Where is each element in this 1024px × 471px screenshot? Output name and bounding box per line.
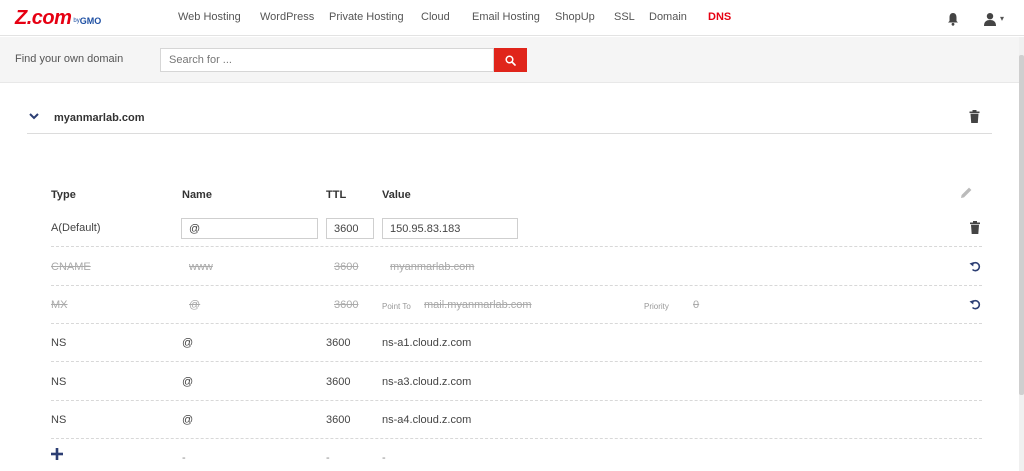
record-ttl: 3600	[326, 414, 351, 426]
record-name: @	[182, 414, 194, 426]
record-ttl: 3600	[334, 261, 359, 273]
record-value: ns-a4.cloud.z.com	[382, 414, 472, 426]
record-value: myanmarlab.com	[390, 261, 475, 273]
record-type: NS	[51, 376, 67, 388]
record-name: @	[182, 376, 194, 388]
nav-shopup[interactable]: ShopUp	[555, 11, 595, 23]
record-ttl: 3600	[326, 337, 351, 349]
trash-icon[interactable]	[969, 110, 980, 123]
trash-icon[interactable]	[969, 221, 981, 234]
page-scrollbar[interactable]	[1019, 37, 1024, 471]
record-priority: 0	[693, 299, 700, 311]
nav-dns[interactable]: DNS	[708, 11, 731, 23]
search-icon	[505, 54, 516, 66]
record-value-input[interactable]	[382, 218, 518, 239]
table-row: NS @ 3600 ns-a1.cloud.z.com	[51, 324, 982, 362]
record-value: ns-a3.cloud.z.com	[382, 376, 472, 388]
domain-search-bar: Find your own domain	[0, 37, 1024, 83]
search-label: Find your own domain	[15, 53, 124, 65]
nav-ssl[interactable]: SSL	[614, 11, 635, 23]
edit-icon[interactable]	[960, 186, 973, 199]
nav-private-hosting[interactable]: Private Hosting	[329, 11, 404, 23]
chevron-down-icon[interactable]: ▾	[1000, 14, 1004, 23]
new-record-value: -	[382, 452, 386, 464]
record-type: MX	[51, 299, 68, 311]
header-name: Name	[182, 189, 212, 201]
priority-label: Priority	[644, 302, 669, 311]
record-name: @	[182, 337, 194, 349]
point-to-label: Point To	[382, 302, 411, 311]
plus-icon[interactable]	[51, 448, 63, 460]
record-type: NS	[51, 414, 67, 426]
search-input[interactable]	[160, 48, 494, 72]
domain-name: myanmarlab.com	[54, 112, 145, 124]
new-record-name: -	[182, 452, 186, 464]
record-type: NS	[51, 337, 67, 349]
header-type: Type	[51, 189, 76, 201]
undo-icon[interactable]	[969, 260, 981, 273]
search-button[interactable]	[494, 48, 527, 72]
header-value: Value	[382, 189, 411, 201]
logo-main: Z.com	[15, 7, 72, 29]
logo-gmo: GMO	[79, 16, 102, 26]
bell-icon[interactable]	[947, 12, 959, 26]
table-row: MX @ 3600 Point To mail.myanmarlab.com P…	[51, 286, 982, 324]
user-icon[interactable]	[983, 12, 997, 26]
table-row: CNAME www 3600 myanmarlab.com	[51, 248, 982, 286]
record-value: mail.myanmarlab.com	[424, 299, 532, 311]
record-name-input[interactable]	[181, 218, 318, 239]
chevron-down-icon[interactable]	[29, 112, 39, 120]
record-type: A(Default)	[51, 222, 101, 234]
undo-icon[interactable]	[969, 298, 981, 311]
nav-wordpress[interactable]: WordPress	[260, 11, 314, 23]
zcom-logo[interactable]: Z.com by GMO	[15, 7, 102, 29]
table-row: A(Default)	[51, 209, 982, 247]
scrollbar-thumb[interactable]	[1019, 55, 1024, 395]
nav-web-hosting[interactable]: Web Hosting	[178, 11, 241, 23]
new-record-ttl: -	[326, 452, 330, 464]
nav-domain[interactable]: Domain	[649, 11, 687, 23]
table-row: NS @ 3600 ns-a3.cloud.z.com	[51, 363, 982, 401]
nav-cloud[interactable]: Cloud	[421, 11, 450, 23]
header-ttl: TTL	[326, 189, 347, 201]
table-row: NS @ 3600 ns-a4.cloud.z.com	[51, 401, 982, 439]
record-type: CNAME	[51, 261, 91, 273]
record-value: ns-a1.cloud.z.com	[382, 337, 472, 349]
domain-header: myanmarlab.com	[27, 102, 992, 134]
top-nav: Z.com by GMO Web Hosting WordPress Priva…	[0, 0, 1024, 36]
record-ttl: 3600	[334, 299, 359, 311]
record-name: @	[189, 299, 201, 311]
record-ttl-input[interactable]	[326, 218, 374, 239]
record-name: www	[189, 261, 213, 273]
record-ttl: 3600	[326, 376, 351, 388]
nav-email-hosting[interactable]: Email Hosting	[472, 11, 540, 23]
